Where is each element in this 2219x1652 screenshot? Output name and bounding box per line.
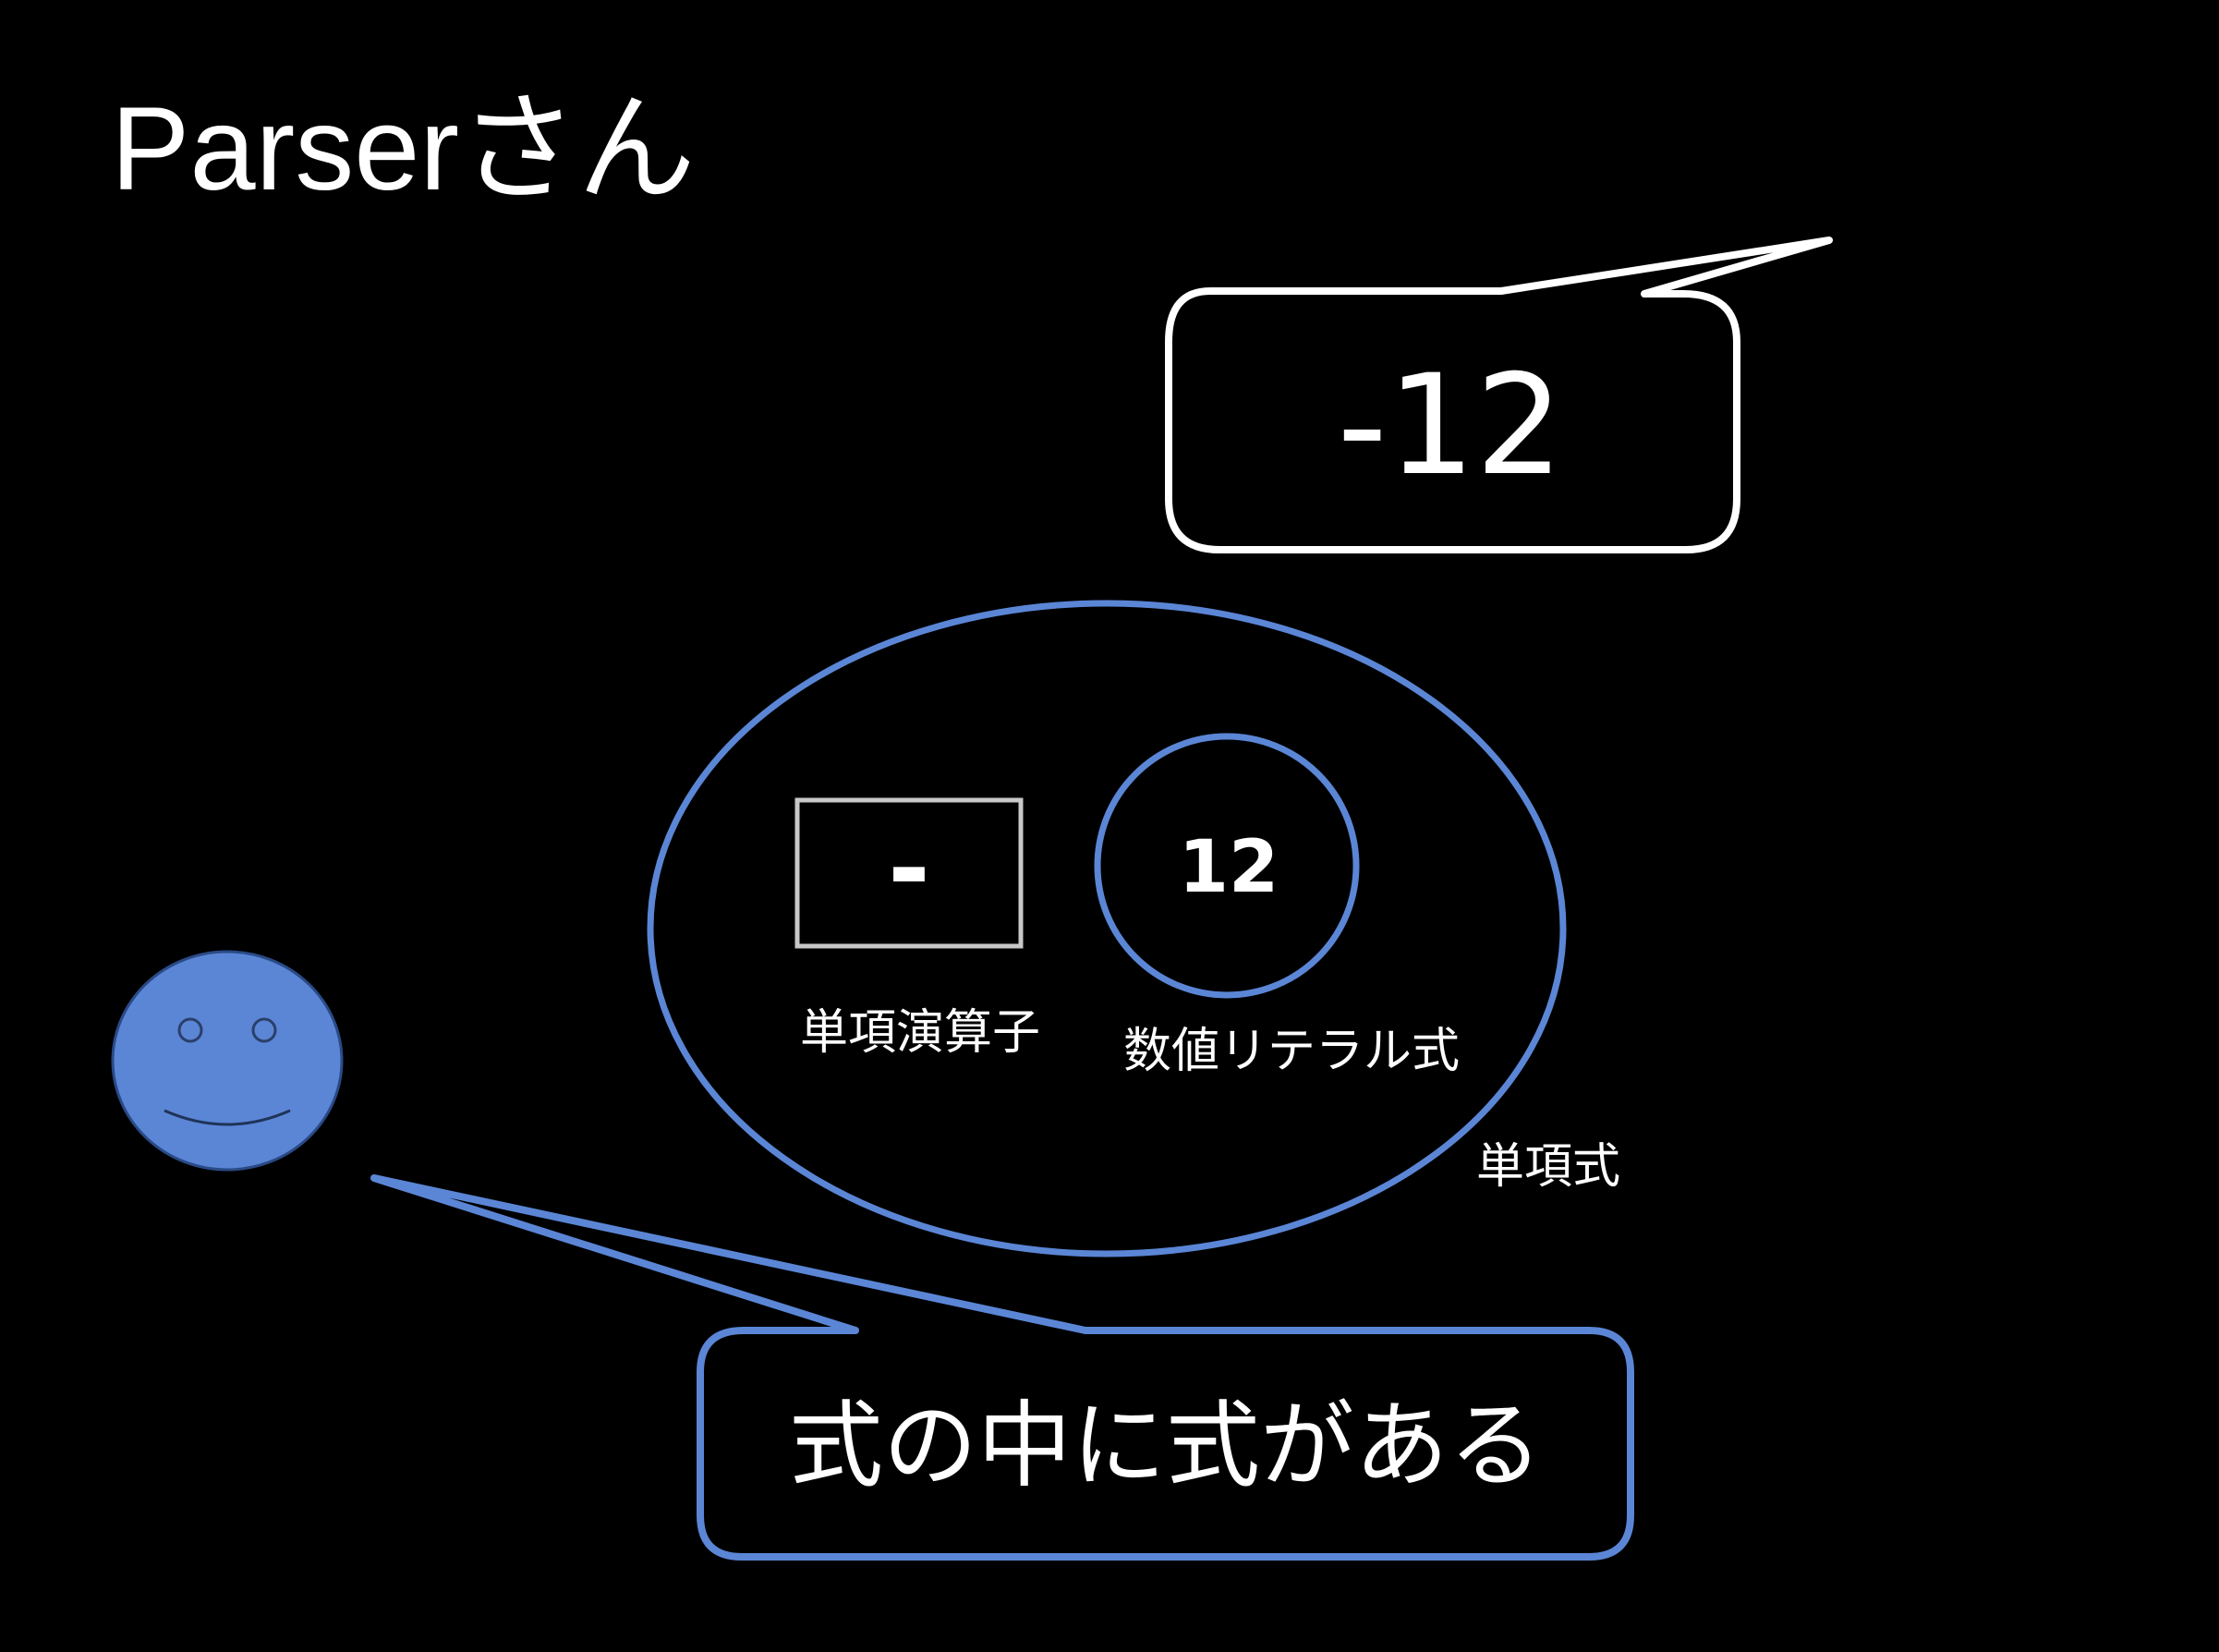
numeric-literal-label: 数値リテラル式: [1123, 1024, 1460, 1079]
numeric-literal-value: 12: [1179, 826, 1279, 909]
numeric-literal-node: 12 数値リテラル式: [1094, 733, 1460, 1079]
unary-operator-symbol: -: [888, 809, 930, 928]
slide-canvas: Parserさん -12 - 単項演算子 12 数値リテラル式 単項式 式の中に…: [111, 83, 1833, 1561]
slide: Parserさん -12 - 単項演算子 12 数値リテラル式 単項式 式の中に…: [0, 0, 2219, 1652]
unary-expression-node: - 単項演算子 12 数値リテラル式 単項式: [647, 600, 1620, 1257]
unary-operator-node: - 単項演算子: [794, 797, 1040, 1061]
smiley-face-head: [111, 950, 344, 1172]
smiley-face-icon: [111, 950, 344, 1172]
top-bubble-text: -12: [1338, 346, 1564, 506]
bottom-bubble-text: 式の中に式がある: [789, 1391, 1543, 1501]
bottom-speech-bubble: 式の中に式がある: [370, 1174, 1634, 1561]
unary-expression-label: 単項式: [1476, 1139, 1620, 1195]
top-speech-bubble: -12: [1165, 237, 1833, 553]
unary-operator-label: 単項演算子: [800, 1005, 1040, 1061]
unary-expression-ellipse: [647, 600, 1567, 1257]
page-title: Parserさん: [111, 83, 696, 215]
